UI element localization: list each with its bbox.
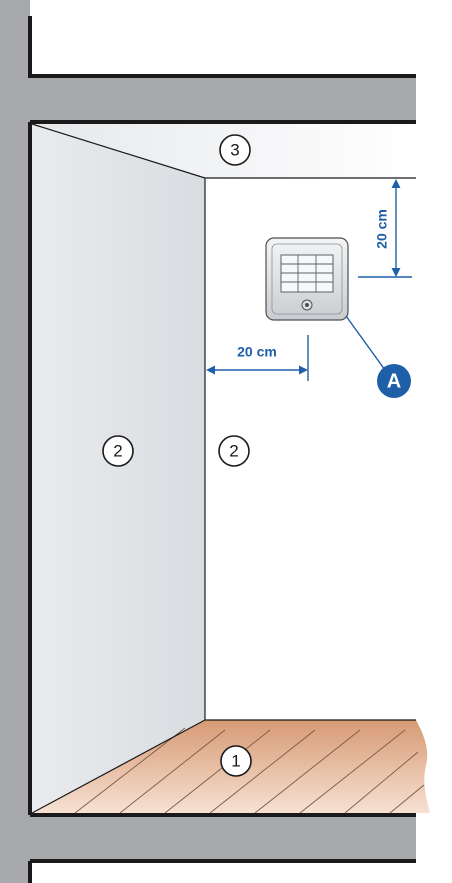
side-wall-surface <box>32 124 205 813</box>
svg-text:2: 2 <box>229 441 238 460</box>
top-ceiling-slab <box>30 76 416 122</box>
marker-side-wall: 2 <box>102 435 134 467</box>
marker-floor: 1 <box>220 745 252 777</box>
left-structural-wall <box>0 0 30 883</box>
callout-badge-a: A <box>377 364 411 398</box>
ventilation-unit-icon <box>265 237 349 321</box>
callout-label-a: A <box>387 370 401 392</box>
dimension-label-ceiling: 20 cm <box>374 209 390 249</box>
dimension-label-side-wall: 20 cm <box>237 344 277 360</box>
svg-text:2: 2 <box>113 441 122 460</box>
marker-ceiling: 3 <box>219 134 251 166</box>
room-installation-diagram: 20 cm 20 cm A 3 2 2 1 <box>0 0 430 883</box>
room-surfaces <box>31 123 430 814</box>
svg-text:3: 3 <box>230 140 239 159</box>
svg-text:1: 1 <box>231 751 240 770</box>
marker-back-wall: 2 <box>218 435 250 467</box>
bottom-floor-slab <box>30 815 416 861</box>
